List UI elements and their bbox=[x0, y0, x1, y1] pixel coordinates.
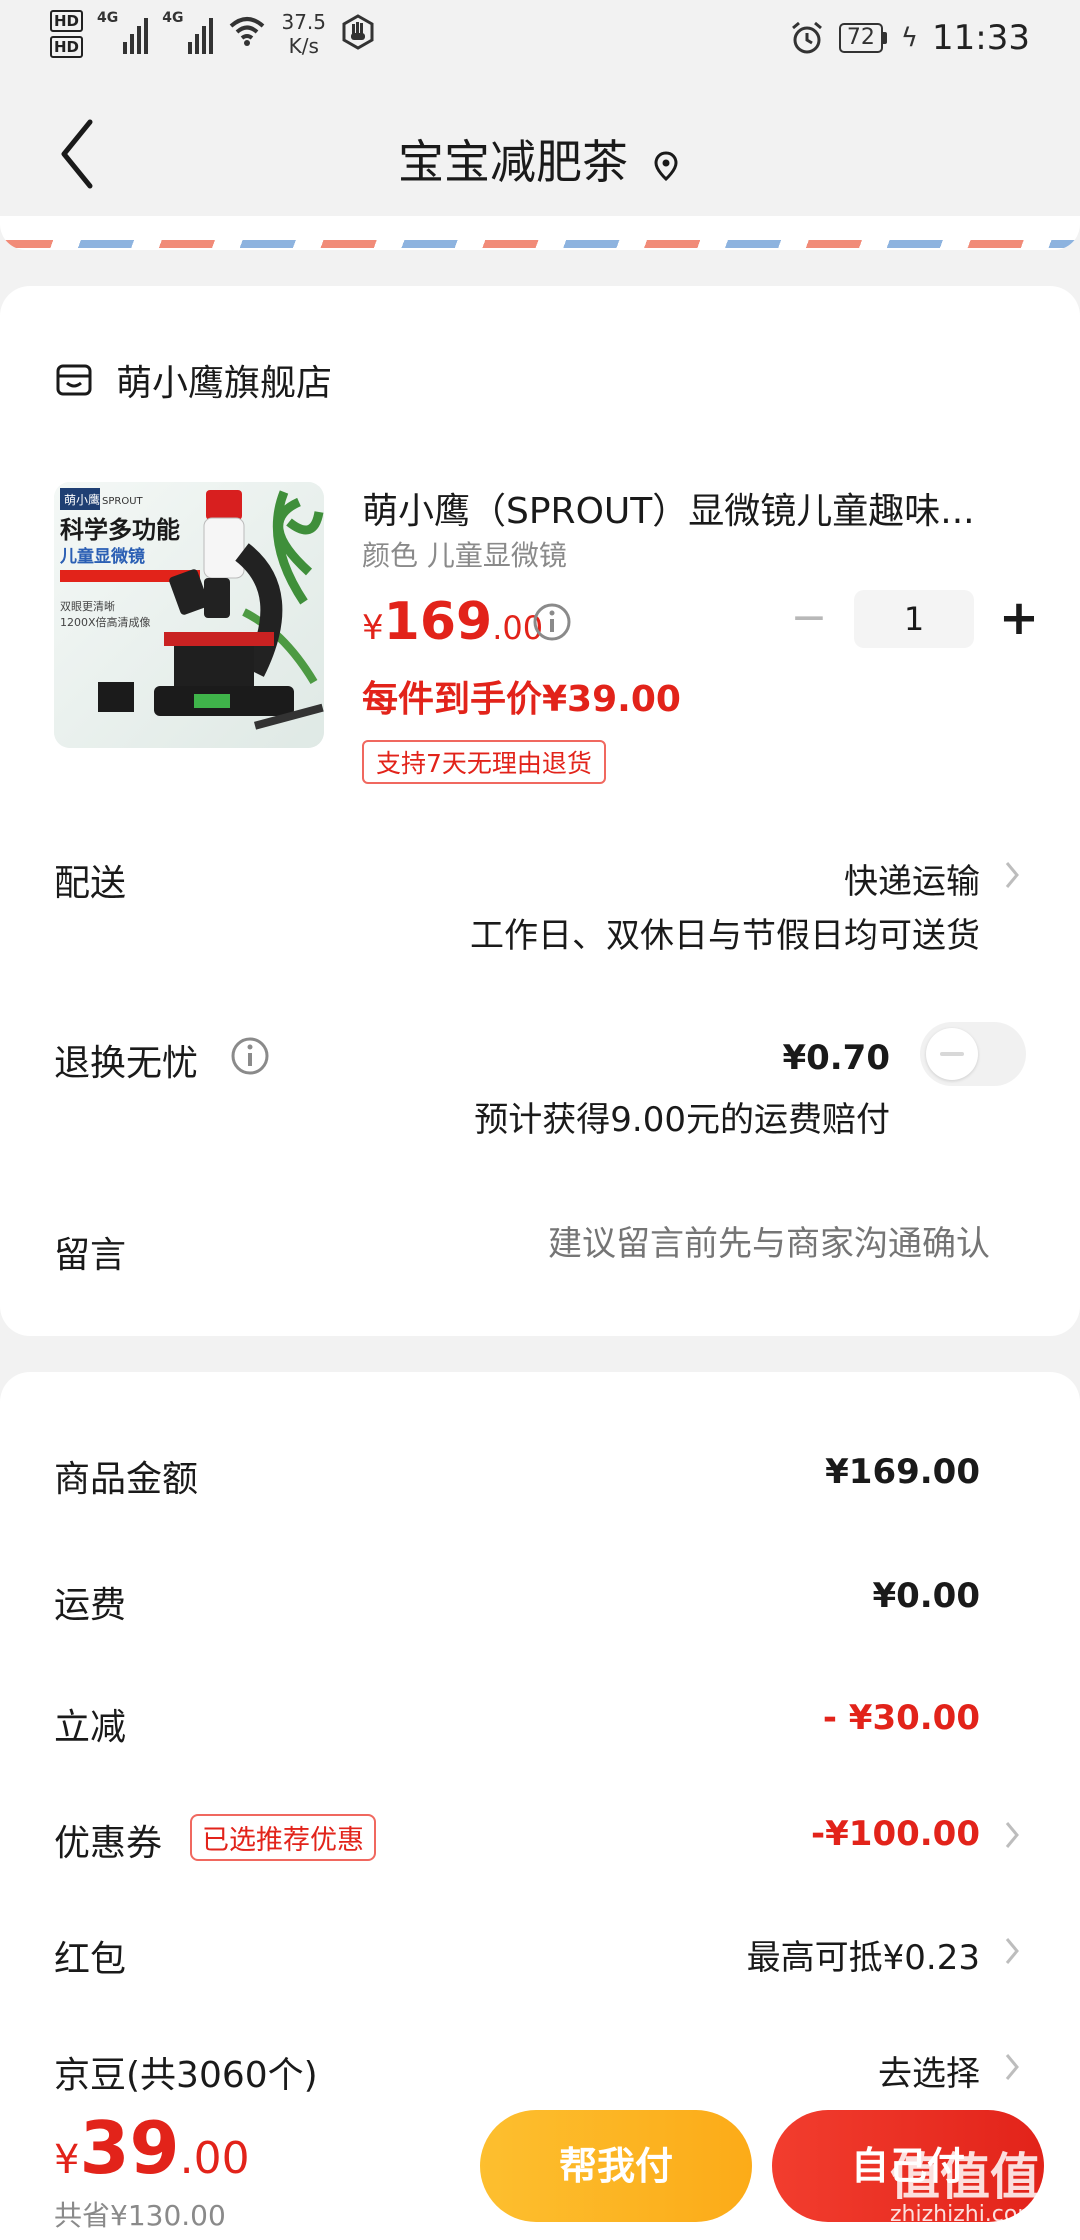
address-title[interactable]: 宝宝减肥茶 bbox=[0, 126, 1080, 192]
product-price: ¥ 169 .00 bbox=[362, 592, 543, 652]
product-image-brand-en: SPROUT bbox=[102, 496, 144, 507]
signal-strength-1-icon: 4G bbox=[97, 10, 149, 54]
total-saved: 共省¥130.00 bbox=[54, 2199, 226, 2232]
total-price: ¥ 39 .00 bbox=[54, 2106, 250, 2190]
shop-name: 萌小鹰旗舰店 bbox=[116, 363, 333, 404]
unit-final-price: 每件到手价¥39.00 bbox=[362, 679, 681, 720]
total-price-dec: .00 bbox=[179, 2133, 250, 2184]
worry-free-info-icon[interactable] bbox=[230, 1036, 270, 1076]
worry-free-label: 退换无忧 bbox=[54, 1043, 199, 1084]
product-price-symbol: ¥ bbox=[362, 608, 384, 648]
shop-icon bbox=[56, 364, 92, 396]
nav-header: 宝宝减肥茶 bbox=[0, 80, 1080, 230]
coupon-chevron-right-icon[interactable] bbox=[1002, 1818, 1022, 1852]
price-info-icon[interactable] bbox=[532, 602, 572, 642]
shop-row[interactable]: 萌小鹰旗舰店 bbox=[54, 354, 332, 406]
status-bar: HD HD 4G 4G 37.5 K/s 72 ϟ 11:33 bbox=[0, 0, 1080, 80]
battery-icon: 72 bbox=[838, 23, 887, 53]
coupon-value[interactable]: -¥100.00 bbox=[811, 1814, 980, 1854]
clock: 11:33 bbox=[932, 18, 1030, 58]
jd-beans-chevron-right-icon[interactable] bbox=[1002, 2050, 1022, 2084]
goods-amount-label: 商品金额 bbox=[54, 1459, 199, 1500]
worry-free-price: ¥0.70 bbox=[782, 1038, 890, 1078]
freight-label: 运费 bbox=[54, 1585, 127, 1626]
hd-badge-1: HD bbox=[50, 10, 84, 32]
freight-value: ¥0.00 bbox=[872, 1576, 980, 1616]
status-bar-left: HD HD 4G 4G 37.5 K/s bbox=[50, 10, 376, 58]
total-price-symbol: ¥ bbox=[54, 2137, 80, 2183]
location-pin-icon bbox=[654, 150, 678, 181]
return-policy-tag: 支持7天无理由退货 bbox=[362, 740, 606, 784]
delivery-chevron-right-icon[interactable] bbox=[1002, 858, 1022, 892]
jd-beans-label: 京豆(共3060个) bbox=[54, 2055, 318, 2096]
watermark-logo: 值值值 bbox=[890, 2148, 1040, 2206]
watermark-url: zhizhizhi.com bbox=[890, 2202, 1039, 2227]
quantity-increase-button[interactable]: + bbox=[994, 594, 1044, 644]
hd-badge-2: HD bbox=[50, 36, 84, 58]
worry-free-note: 预计获得9.00元的运费赔付 bbox=[474, 1100, 890, 1140]
product-image-line2: 1200X倍高清成像 bbox=[60, 615, 151, 629]
product-image[interactable]: 萌小鹰 SPROUT 科学多功能 儿童显微镜 双眼更清晰 1200X倍高清成像 bbox=[54, 482, 324, 748]
product-price-int: 169 bbox=[383, 592, 493, 652]
address-envelope-strip bbox=[0, 216, 1080, 250]
quantity-value[interactable]: 1 bbox=[854, 590, 974, 648]
product-image-line1: 双眼更清晰 bbox=[60, 600, 115, 613]
product-image-headline: 科学多功能 bbox=[60, 516, 180, 544]
product-image-subhead: 儿童显微镜 bbox=[59, 546, 145, 567]
status-bar-right: 72 ϟ 11:33 bbox=[789, 18, 1030, 58]
hd-indicators: HD HD bbox=[50, 10, 84, 58]
address-title-text: 宝宝减肥茶 bbox=[398, 135, 628, 189]
message-label: 留言 bbox=[54, 1235, 127, 1276]
total-price-int: 39 bbox=[79, 2106, 180, 2190]
delivery-label: 配送 bbox=[54, 863, 127, 904]
network-speed-value: 37.5 bbox=[281, 10, 327, 34]
order-card: 萌小鹰旗舰店 萌小鹰 SPROUT 科学多功能 儿童显微镜 双眼更清晰 1200… bbox=[0, 286, 1080, 1336]
wifi-icon bbox=[230, 17, 265, 46]
red-packet-chevron-right-icon[interactable] bbox=[1002, 1934, 1022, 1968]
product-spec: 颜色 儿童显微镜 bbox=[362, 539, 567, 572]
product-title[interactable]: 萌小鹰（SPROUT）显微镜儿童趣味... bbox=[362, 482, 1012, 534]
delivery-note: 工作日、双休日与节假日均可送货 bbox=[470, 916, 980, 956]
hand-icon bbox=[342, 14, 374, 50]
checkout-bar: ¥ 39 .00 共省¥130.00 帮我付 自己付 值值值 zhizhizhi… bbox=[0, 2092, 1080, 2240]
quantity-decrease-button[interactable]: − bbox=[784, 594, 834, 644]
delivery-method[interactable]: 快递运输 bbox=[844, 854, 980, 903]
network-speed-unit: K/s bbox=[288, 34, 319, 58]
red-packet-label: 红包 bbox=[54, 1939, 127, 1980]
message-input[interactable] bbox=[430, 1224, 990, 1264]
quantity-stepper: − 1 + bbox=[784, 590, 1044, 648]
red-packet-value[interactable]: 最高可抵¥0.23 bbox=[747, 1930, 980, 1979]
signal-strength-2-icon: 4G bbox=[162, 10, 214, 54]
instant-discount-value: - ¥30.00 bbox=[822, 1698, 980, 1738]
alarm-icon bbox=[791, 21, 822, 54]
microscope-product-picture: 萌小鹰 SPROUT 科学多功能 儿童显微镜 双眼更清晰 1200X倍高清成像 bbox=[54, 482, 324, 748]
worry-free-toggle[interactable] bbox=[920, 1022, 1026, 1086]
coupon-label: 优惠券 bbox=[54, 1823, 163, 1864]
jd-beans-value[interactable]: 去选择 bbox=[878, 2046, 980, 2095]
instant-discount-label: 立减 bbox=[54, 1707, 127, 1748]
coupon-recommended-tag: 已选推荐优惠 bbox=[190, 1814, 376, 1861]
goods-amount-value: ¥169.00 bbox=[825, 1452, 980, 1492]
signal-1-label: 4G bbox=[97, 10, 119, 26]
toggle-knob bbox=[926, 1028, 978, 1080]
product-image-brand: 萌小鹰 bbox=[64, 492, 100, 507]
watermark: 值值值 zhizhizhi.com bbox=[890, 2152, 1040, 2227]
battery-level: 72 bbox=[838, 23, 883, 53]
help-me-pay-button[interactable]: 帮我付 bbox=[480, 2110, 752, 2222]
charging-icon: ϟ bbox=[900, 23, 919, 53]
envelope-stripes bbox=[0, 240, 1080, 248]
network-speed: 37.5 K/s bbox=[281, 10, 326, 58]
signal-2-label: 4G bbox=[162, 10, 184, 26]
